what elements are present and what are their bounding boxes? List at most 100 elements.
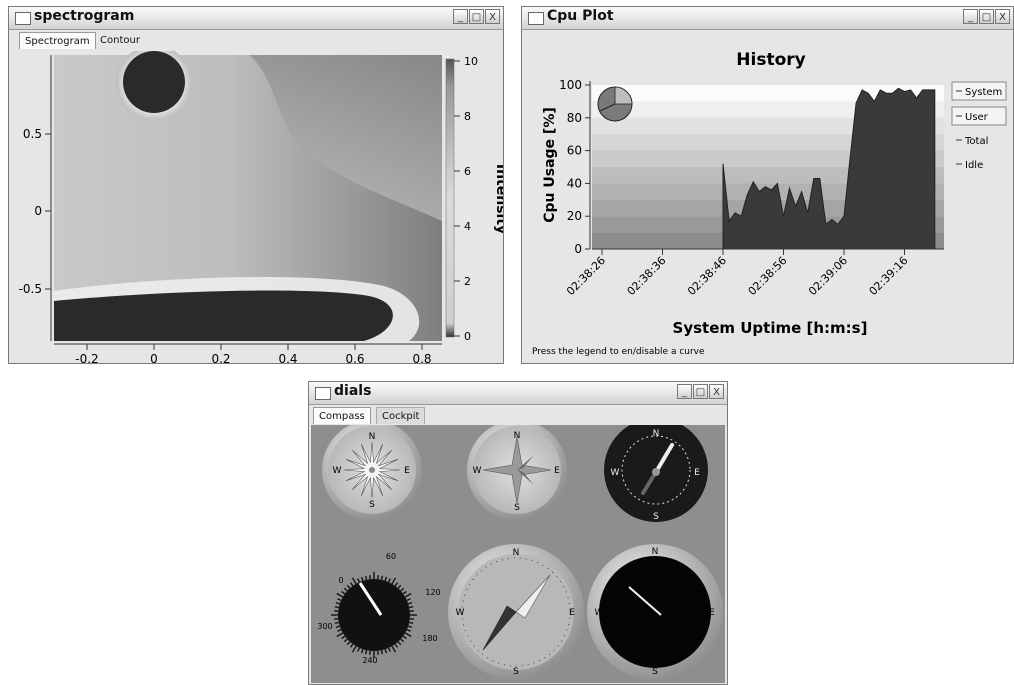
y-axis-label: Cpu Usage [%] xyxy=(542,107,558,223)
dial6-s: S xyxy=(652,667,658,677)
knob-tick xyxy=(391,645,397,653)
close-button[interactable]: X xyxy=(709,384,724,399)
tab-spectrogram[interactable]: Spectrogram xyxy=(19,32,96,49)
knob-tick xyxy=(357,647,361,652)
needle-compass-dial[interactable]: N E S W xyxy=(448,544,584,680)
legend-item-user[interactable]: User xyxy=(965,112,989,123)
tab-contour[interactable]: Contour xyxy=(95,32,145,49)
black-compass-dial[interactable]: N E S W xyxy=(604,425,708,522)
compass-panel: N E S W N E S W N E S W 0 60 120 180 240… xyxy=(311,425,725,683)
minimize-button[interactable]: _ xyxy=(963,9,978,24)
knob-tick xyxy=(404,632,412,638)
knob-dial[interactable]: 0 60 120 180 240 300 xyxy=(317,552,440,665)
close-button[interactable]: X xyxy=(995,9,1010,24)
knob-tick xyxy=(400,587,405,592)
knob-tick xyxy=(351,577,357,585)
compass-rose-star-icon xyxy=(343,441,401,499)
dial6-n: N xyxy=(652,547,659,557)
dial2-s: S xyxy=(514,503,520,513)
dial5-s: S xyxy=(513,667,519,677)
colorbar-tick-label: 0 xyxy=(464,330,471,343)
knob-tick xyxy=(343,638,348,643)
x-tick-label: 02:38:46 xyxy=(685,254,729,298)
knob-tick xyxy=(400,638,405,643)
dial6-w: W xyxy=(595,608,604,618)
knob-tick xyxy=(349,582,354,587)
knob-label-180: 180 xyxy=(422,634,437,643)
dial1-n: N xyxy=(369,432,376,442)
dial3-w: W xyxy=(611,468,620,478)
knob-tick xyxy=(349,643,354,648)
window-icon xyxy=(15,12,31,25)
y-axis-ticks: 0.5 0 -0.5 xyxy=(19,127,51,296)
compass-star-dial[interactable]: N E S W xyxy=(467,425,567,520)
cpu-history-chart: History 100806040200 02:38:26 02:38:36 02:… xyxy=(532,50,1007,357)
knob-tick xyxy=(380,575,383,580)
knob-tick xyxy=(402,590,407,595)
legend: System User Total Idle xyxy=(951,81,1007,171)
knob-tick xyxy=(336,632,344,638)
y-tick-label: 20 xyxy=(567,209,582,223)
colorbar-tick-label: 8 xyxy=(464,110,471,123)
knob-tick xyxy=(384,576,388,582)
maximize-button[interactable]: □ xyxy=(469,9,484,24)
legend-item-system[interactable]: System xyxy=(965,87,1002,98)
knob-tick xyxy=(394,582,399,587)
y-axis-ticks: 100 80 60 40 20 0 xyxy=(559,78,590,256)
dial1-e: E xyxy=(404,466,410,476)
knob-tick xyxy=(380,650,383,655)
knob-tick xyxy=(365,575,368,580)
dial2-w: W xyxy=(473,466,482,476)
colorbar xyxy=(445,58,455,338)
x-tick-label: 0.6 xyxy=(345,352,364,363)
knob-tick xyxy=(406,628,411,632)
dial6-e: E xyxy=(709,608,715,618)
dial3-n: N xyxy=(653,429,660,439)
x-axis-ticks: -0.2 0 0.2 0.4 0.6 0.8 xyxy=(75,344,432,363)
window-title: dials xyxy=(334,383,372,399)
x-axis-ticks: 02:38:26 02:38:36 02:38:46 02:38:56 02:39:06… xyxy=(564,249,911,298)
minimize-button[interactable]: _ xyxy=(453,9,468,24)
tab-cockpit[interactable]: Cockpit xyxy=(376,407,426,424)
knob-tick xyxy=(409,606,414,609)
dials-titlebar[interactable]: dials _ □ X xyxy=(309,382,727,405)
knob-tick xyxy=(335,625,341,629)
cpu-plot-titlebar[interactable]: Cpu Plot _ □ X xyxy=(522,7,1013,30)
compass-rose-dial[interactable]: N E S W xyxy=(322,425,422,520)
x-tick-label: 02:38:26 xyxy=(564,254,608,298)
dial5-w: W xyxy=(456,608,465,618)
x-tick-label: 02:38:36 xyxy=(624,254,668,298)
knob-label-60: 60 xyxy=(386,552,396,561)
knob-tick xyxy=(341,590,346,595)
knob-tick xyxy=(336,592,344,598)
knob-tick xyxy=(407,625,413,629)
minimize-button[interactable]: _ xyxy=(677,384,692,399)
x-tick-label: 0.2 xyxy=(211,352,230,363)
knob-tick xyxy=(387,647,391,652)
knob-tick xyxy=(387,578,391,583)
dial1-s: S xyxy=(369,500,375,510)
knob-tick xyxy=(357,578,361,583)
legend-item-total[interactable]: Total xyxy=(964,136,988,147)
spectrogram-titlebar[interactable]: spectrogram _ □ X xyxy=(9,7,503,30)
maximize-button[interactable]: □ xyxy=(979,9,994,24)
legend-item-idle[interactable]: Idle xyxy=(965,160,983,171)
window-title: spectrogram xyxy=(34,8,135,24)
knob-label-240: 240 xyxy=(362,656,377,665)
x-tick-label: 0 xyxy=(150,352,158,363)
x-axis-label: System Uptime [h:m:s] xyxy=(673,319,868,337)
x-tick-label: 0.4 xyxy=(278,352,297,363)
maximize-button[interactable]: □ xyxy=(693,384,708,399)
close-button[interactable]: X xyxy=(485,9,500,24)
black-rim-dial[interactable]: N E S W xyxy=(587,544,723,680)
x-tick-label: 02:39:16 xyxy=(866,254,910,298)
window-icon xyxy=(528,12,544,25)
knob-tick xyxy=(334,606,339,609)
tab-compass[interactable]: Compass xyxy=(313,407,371,424)
knob-tick xyxy=(409,621,414,624)
y-tick-label: 40 xyxy=(567,176,582,190)
y-tick-label: 0 xyxy=(574,242,582,256)
dial3-s: S xyxy=(653,512,659,522)
colorbar-ticks: 10 8 6 4 2 0 xyxy=(454,55,478,343)
knob-tick xyxy=(360,648,364,654)
